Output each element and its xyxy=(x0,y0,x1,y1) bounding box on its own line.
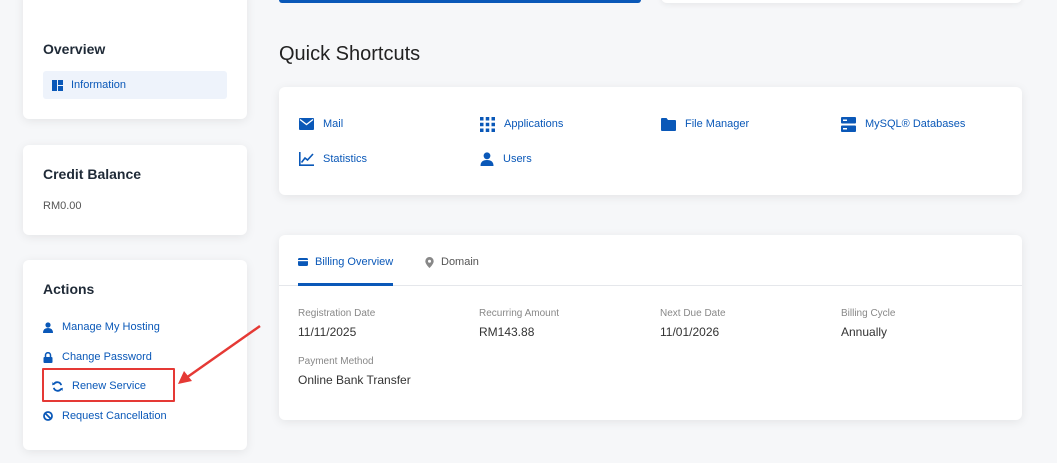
tab-label: Billing Overview xyxy=(315,256,394,268)
next-due-date-value: 11/01/2026 xyxy=(660,325,720,339)
action-manage-hosting[interactable]: Manage My Hosting xyxy=(43,318,160,336)
payment-method-value: Online Bank Transfer xyxy=(298,373,411,387)
annotation-highlight-box xyxy=(42,368,175,402)
credit-balance-panel: Credit Balance RM0.00 xyxy=(23,145,247,235)
grid-icon xyxy=(480,116,495,132)
actions-title: Actions xyxy=(43,281,95,297)
dashboard-icon xyxy=(52,79,63,91)
shortcut-users[interactable]: Users xyxy=(480,150,532,168)
active-tab-indicator xyxy=(298,283,393,286)
shortcut-mysql-databases[interactable]: MySQL® Databases xyxy=(841,115,965,133)
user-icon xyxy=(480,152,494,166)
recurring-amount-label: Recurring Amount xyxy=(479,308,560,319)
payment-method-label: Payment Method xyxy=(298,356,374,367)
shortcut-statistics[interactable]: Statistics xyxy=(299,150,367,168)
shortcut-label: Statistics xyxy=(323,153,368,165)
tab-domain[interactable]: Domain xyxy=(425,254,479,270)
action-change-password[interactable]: Change Password xyxy=(43,348,152,366)
folder-icon xyxy=(661,117,676,131)
database-icon xyxy=(841,116,856,132)
sidebar-item-information[interactable]: Information xyxy=(43,71,227,99)
registration-date-label: Registration Date xyxy=(298,308,376,319)
action-request-cancellation[interactable]: Request Cancellation xyxy=(43,407,167,425)
shortcut-label: File Manager xyxy=(685,118,750,130)
billing-tabs: Billing Overview Domain xyxy=(279,235,1022,286)
ban-icon xyxy=(43,411,53,421)
shortcut-label: MySQL® Databases xyxy=(865,118,966,130)
mail-icon xyxy=(299,118,314,130)
overview-panel: Overview Information xyxy=(23,0,247,119)
billing-cycle-label: Billing Cycle xyxy=(841,308,896,319)
action-label: Manage My Hosting xyxy=(62,321,160,333)
top-card-edge xyxy=(661,0,1022,3)
shortcut-mail[interactable]: Mail xyxy=(299,115,343,133)
action-label: Change Password xyxy=(62,351,152,363)
billing-cycle-value: Annually xyxy=(841,325,888,339)
quick-shortcuts-title: Quick Shortcuts xyxy=(279,43,421,65)
map-pin-icon xyxy=(425,256,434,268)
overview-title: Overview xyxy=(43,41,106,57)
action-label: Request Cancellation xyxy=(62,410,167,422)
billing-panel: Billing Overview Domain Registration Dat… xyxy=(279,235,1022,420)
shortcut-label: Mail xyxy=(323,118,344,130)
shortcut-applications[interactable]: Applications xyxy=(480,115,563,133)
next-due-date-label: Next Due Date xyxy=(660,308,726,319)
sidebar-item-label: Information xyxy=(71,79,127,91)
line-chart-icon xyxy=(299,152,314,166)
tab-billing-overview[interactable]: Billing Overview xyxy=(298,254,393,270)
tab-label: Domain xyxy=(441,256,479,268)
registration-date-value: 11/11/2025 xyxy=(298,325,357,339)
lock-icon xyxy=(43,351,53,363)
shortcut-label: Users xyxy=(503,153,532,165)
shortcut-label: Applications xyxy=(504,118,564,130)
wallet-icon xyxy=(298,257,308,267)
annotation-arrow-icon xyxy=(170,320,265,390)
credit-balance-title: Credit Balance xyxy=(43,166,142,182)
credit-balance-value: RM0.00 xyxy=(43,200,82,212)
shortcuts-panel: Mail Applications File Manager MySQL® Da… xyxy=(279,87,1022,195)
shortcut-file-manager[interactable]: File Manager xyxy=(661,115,749,133)
top-primary-button-edge[interactable] xyxy=(279,0,641,3)
recurring-amount-value: RM143.88 xyxy=(479,325,535,339)
user-icon xyxy=(43,321,53,333)
